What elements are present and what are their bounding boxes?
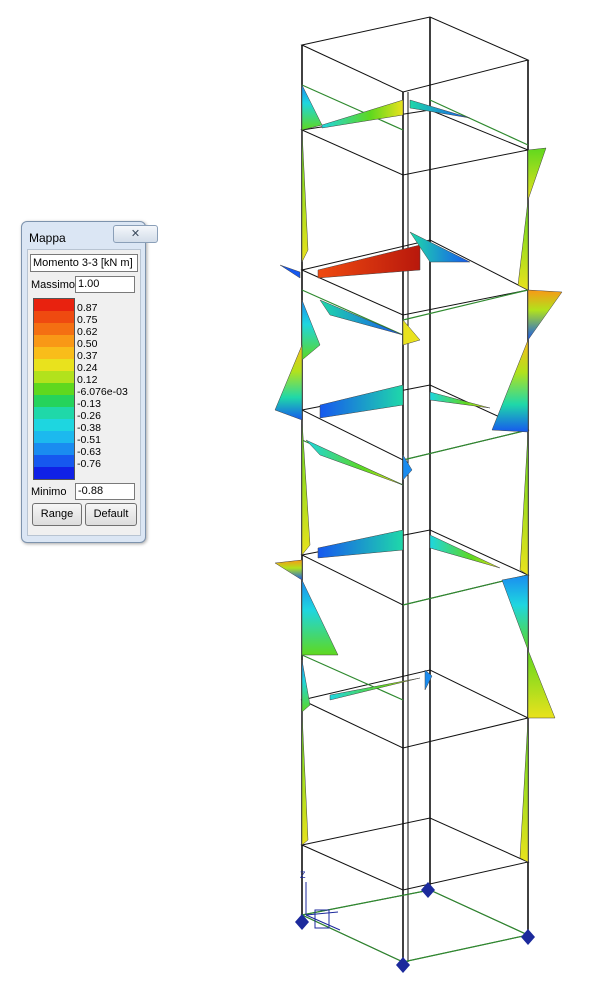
moment-diagrams-left-column (274, 84, 339, 846)
color-scale-value: -0.76 (77, 458, 101, 470)
axis-z-label: Z (300, 870, 306, 880)
max-label: Massimo (31, 279, 76, 291)
beam-lines (301, 84, 529, 963)
color-scale-value: 0.37 (77, 350, 98, 362)
color-scale-labels: 0.87 0.75 0.62 0.50 0.37 0.24 0.12 -6.076e-03 -0… (77, 302, 137, 470)
color-scale-value: 0.12 (77, 374, 98, 386)
min-label: Minimo (31, 486, 67, 498)
color-swatch (34, 323, 74, 335)
color-map-window[interactable]: Mappa ✕ Momento 3-3 [kN m] Massimo 1.00 … (21, 221, 158, 543)
color-scale-value: -0.26 (77, 410, 101, 422)
color-swatch (34, 383, 74, 395)
window-content: Momento 3-3 [kN m] Massimo 1.00 0.87 0.75… (27, 249, 141, 536)
floor-rings (300, 16, 530, 963)
close-icon: ✕ (130, 228, 141, 240)
color-swatch (34, 419, 74, 431)
column-lines (301, 17, 529, 962)
window-title: Mappa (29, 231, 66, 245)
color-swatch (34, 467, 74, 479)
max-input[interactable]: 1.00 (75, 276, 135, 293)
color-swatch (34, 443, 74, 455)
color-swatch (34, 347, 74, 359)
color-swatch (34, 455, 74, 467)
color-swatch (34, 335, 74, 347)
color-scale-value: 0.50 (77, 338, 98, 350)
color-swatch (34, 371, 74, 383)
axis-triad-icon (305, 882, 341, 931)
color-swatch (34, 431, 74, 443)
color-scale-value: -0.13 (77, 398, 101, 410)
range-button[interactable]: Range (32, 503, 82, 526)
min-input[interactable]: -0.88 (75, 483, 135, 500)
color-scale-value: 0.62 (77, 326, 98, 338)
color-scale-value: -0.38 (77, 422, 101, 434)
color-scale-value: 0.24 (77, 362, 98, 374)
color-swatch (34, 311, 74, 323)
color-scale-value: 0.87 (77, 302, 98, 314)
color-swatch (34, 299, 74, 311)
color-swatch (34, 407, 74, 419)
color-scale-value: -0.63 (77, 446, 101, 458)
color-swatch (34, 395, 74, 407)
close-button[interactable]: ✕ (113, 225, 158, 243)
quantity-select[interactable]: Momento 3-3 [kN m] (30, 254, 138, 272)
default-button[interactable]: Default (85, 503, 137, 526)
moment-diagrams-right-column (491, 147, 563, 863)
color-scale-bar (33, 298, 75, 480)
color-swatch (34, 359, 74, 371)
color-scale-value: -0.51 (77, 434, 101, 446)
color-scale-value: -6.076e-03 (77, 386, 128, 398)
color-scale-value: 0.75 (77, 314, 98, 326)
